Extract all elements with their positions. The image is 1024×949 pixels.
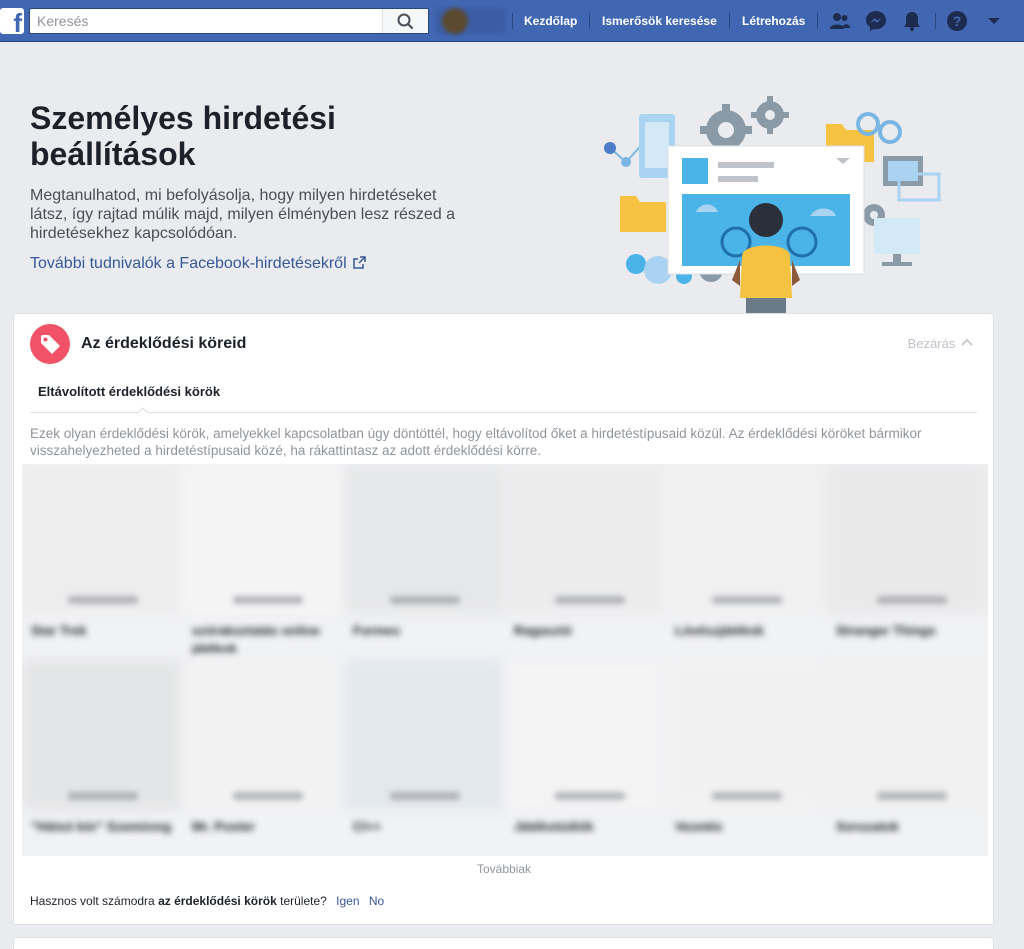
- nav-divider: [589, 13, 590, 29]
- close-section-label: Bezárás: [907, 336, 956, 351]
- nav-divider: [512, 13, 513, 29]
- interest-caption: [877, 792, 947, 800]
- interest-name: "Hátsó kör" Szemüveg: [31, 819, 172, 834]
- page-title: Személyes hirdetési beállítások: [30, 100, 336, 172]
- external-link-icon: [353, 256, 366, 269]
- nav-divider: [935, 13, 936, 29]
- interest-tile[interactable]: Mr. Poster: [183, 660, 344, 856]
- tab-divider: [30, 412, 977, 413]
- interest-name: Vezetés: [675, 819, 723, 834]
- search-input[interactable]: [30, 9, 384, 33]
- interest-name: szórakoztatás online: [192, 623, 320, 638]
- interests-badge: [30, 324, 70, 364]
- interest-name: Cl++: [353, 819, 382, 834]
- next-section-panel: [13, 937, 994, 949]
- interest-name-line-2: játékok: [192, 641, 237, 656]
- interest-image: [666, 660, 827, 810]
- feedback-text: Hasznos volt számodra: [30, 894, 155, 908]
- interest-name: Star Trek: [31, 623, 87, 638]
- interest-caption: [233, 792, 303, 800]
- feedback-yes-link[interactable]: Igen: [336, 894, 359, 908]
- interest-name: Sorozatok: [836, 819, 899, 834]
- interest-tile[interactable]: Sorozatok: [827, 660, 988, 856]
- ad-preferences-illustration: [604, 96, 941, 314]
- interest-image: [344, 660, 505, 810]
- interest-name: Formes: [353, 623, 400, 638]
- tag-icon: [41, 335, 60, 354]
- friends-icon[interactable]: [828, 9, 852, 33]
- feedback-text-bold: az érdeklődési körök: [158, 894, 277, 908]
- tab-removed-interests[interactable]: Eltávolított érdeklődési körök: [38, 384, 220, 400]
- search-box: [29, 8, 429, 34]
- interest-tile[interactable]: szórakoztatás online játékok: [183, 464, 344, 660]
- interest-tile[interactable]: Ragasztó: [505, 464, 666, 660]
- interest-image: [505, 660, 666, 810]
- menu-caret-icon[interactable]: [982, 9, 1006, 33]
- interest-name: Mr. Poster: [192, 819, 255, 834]
- nav-find-friends[interactable]: Ismerősök keresése: [602, 13, 717, 29]
- interest-caption: [712, 596, 782, 604]
- interest-name: Lövészjátékok: [675, 623, 764, 638]
- interest-image: [827, 660, 988, 810]
- learn-more-link[interactable]: További tudnivalók a Facebook-hirdetések…: [30, 254, 366, 274]
- nav-divider: [729, 13, 730, 29]
- interest-image: [666, 464, 827, 614]
- chevron-up-icon: [961, 338, 973, 346]
- section-description: Ezek olyan érdeklődési körök, amelyekkel…: [30, 426, 922, 458]
- messenger-icon[interactable]: [864, 9, 888, 33]
- interest-caption: [712, 792, 782, 800]
- interests-panel: Az érdeklődési köreid Bezárás Eltávolíto…: [13, 313, 994, 925]
- interest-tile[interactable]: Lövészjátékok: [666, 464, 827, 660]
- interest-image: [344, 464, 505, 614]
- notifications-icon[interactable]: [900, 9, 924, 33]
- nav-create[interactable]: Létrehozás: [742, 13, 805, 29]
- interest-image: [827, 464, 988, 614]
- page-description: Megtanulhatod, mi befolyásolja, hogy mil…: [30, 187, 456, 242]
- close-section-button[interactable]: Bezárás: [908, 336, 973, 352]
- interest-caption: [233, 596, 303, 604]
- nav-home[interactable]: Kezdőlap: [524, 13, 577, 29]
- interest-caption: [390, 792, 460, 800]
- interest-caption: [555, 596, 625, 604]
- active-tab-indicator: [138, 407, 148, 413]
- interest-caption: [390, 596, 460, 604]
- interest-caption: [68, 792, 138, 800]
- interest-caption: [877, 596, 947, 604]
- interest-tile[interactable]: Játékstúdiók: [505, 660, 666, 856]
- facebook-logo[interactable]: f: [0, 8, 24, 36]
- svg-text:?: ?: [953, 13, 962, 29]
- nav-divider: [817, 13, 818, 29]
- search-icon: [397, 13, 414, 30]
- interest-name: Játékstúdiók: [514, 819, 594, 834]
- feedback-text-end: területe?: [280, 894, 327, 908]
- interest-name: Stranger Things: [836, 623, 936, 638]
- interest-image: [22, 660, 183, 810]
- interest-caption: [555, 792, 625, 800]
- top-navigation-bar: f Kezdőlap Ismerősök keresése Létrehozás: [0, 0, 1024, 42]
- interest-tile[interactable]: Vezetés: [666, 660, 827, 856]
- interest-image: [183, 660, 344, 810]
- interest-tile[interactable]: "Hátsó kör" Szemüveg: [22, 660, 183, 856]
- interest-image: [183, 464, 344, 614]
- interest-tile[interactable]: Star Trek: [22, 464, 183, 660]
- avatar[interactable]: [442, 8, 468, 34]
- search-button[interactable]: [382, 9, 428, 33]
- help-icon[interactable]: ?: [945, 9, 969, 33]
- section-title: Az érdeklődési köreid: [81, 335, 247, 352]
- interest-tile[interactable]: Cl++: [344, 660, 505, 856]
- interest-tile[interactable]: Formes: [344, 464, 505, 660]
- interest-tile[interactable]: Stranger Things: [827, 464, 988, 660]
- interest-name: Ragasztó: [514, 623, 572, 638]
- interest-image: [22, 464, 183, 614]
- interest-caption: [68, 596, 138, 604]
- learn-more-link-label: További tudnivalók a Facebook-hirdetések…: [30, 255, 347, 272]
- interest-image: [505, 464, 666, 614]
- feedback-no-link[interactable]: No: [369, 894, 384, 908]
- interest-grid: Star Trek szórakoztatás online játékok Form…: [22, 464, 988, 856]
- feedback-prompt: Hasznos volt számodra az érdeklődési kör…: [30, 893, 384, 909]
- see-more-link[interactable]: Továbbiak: [477, 861, 531, 877]
